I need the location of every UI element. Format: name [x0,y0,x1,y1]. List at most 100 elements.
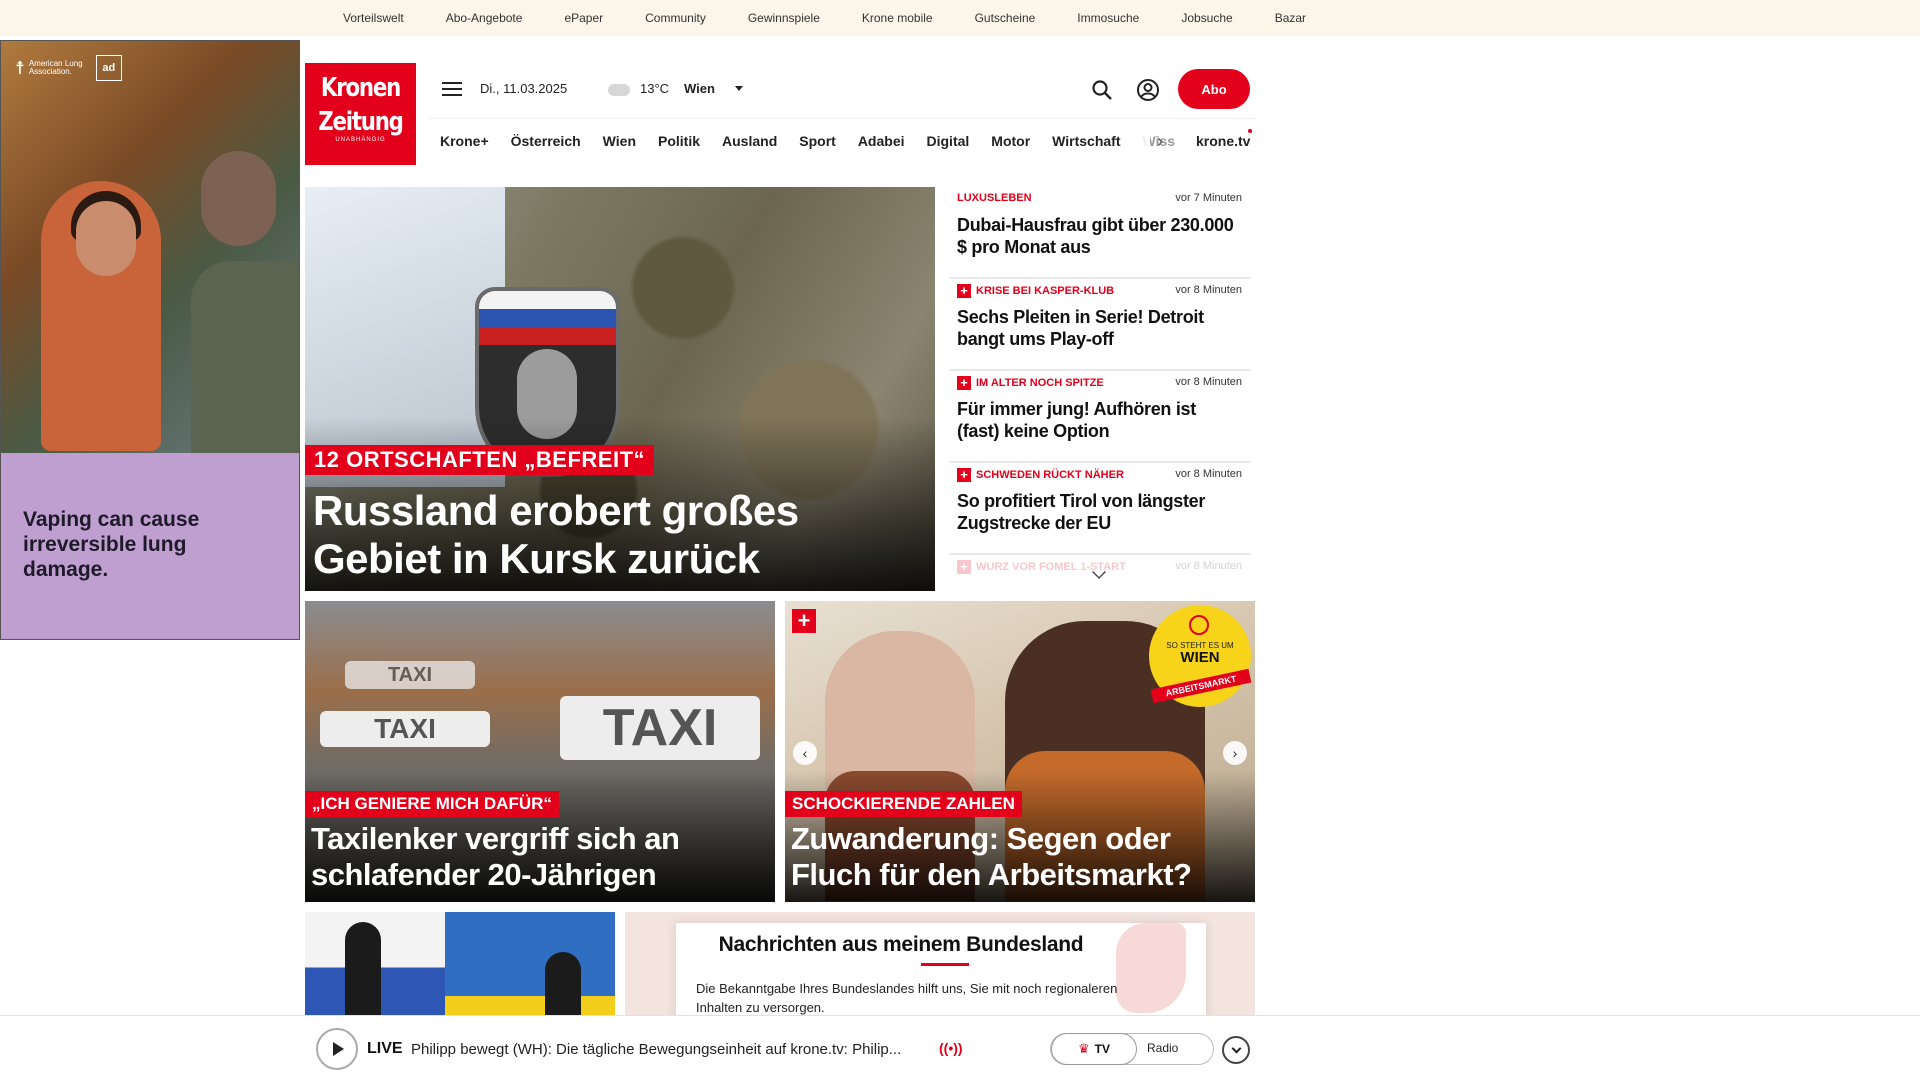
nav-item-ausland[interactable]: Ausland [722,133,777,149]
link-epaper[interactable]: ePaper [564,11,603,25]
nav-item-kroneplus[interactable]: Krone+ [440,133,489,149]
user-icon[interactable] [1136,78,1160,102]
taxi-sign: TAXI [345,661,475,689]
expand-player-icon[interactable] [1222,1036,1250,1064]
nav-item-digital[interactable]: Digital [927,133,970,149]
ticker-kicker: + KRISE BEI KASPER-KLUB [957,284,1114,298]
ticker-time: vor 7 Minuten [1175,192,1242,204]
temperature: 13°C [640,81,670,96]
link-krone-mobile[interactable]: Krone mobile [862,11,933,25]
ticker-time: vor 8 Minuten [1175,468,1242,480]
abo-button[interactable]: Abo [1178,69,1250,109]
ticker-item[interactable]: LUXUSLEBEN vor 7 Minuten Dubai-Hausfrau … [950,187,1250,279]
ticker-item[interactable]: + KRISE BEI KASPER-KLUB vor 8 Minuten Sec… [950,279,1250,371]
logo-line2: Zeitung [318,107,404,137]
nav-item-oesterreich[interactable]: Österreich [511,133,581,149]
title-underline [921,963,969,966]
kronen-zeitung-logo[interactable]: Kronen Zeitung UNABHÄNGIG [305,63,416,165]
hero-kicker: 12 ORTSCHAFTEN „BEFREIT“ [305,445,655,475]
link-gutscheine[interactable]: Gutscheine [975,11,1036,25]
nav-item-krone-tv[interactable]: krone.tv [1196,133,1250,149]
taxi-sign: TAXI [320,711,490,747]
nav-item-wirtschaft[interactable]: Wirtschaft [1052,133,1120,149]
current-date: Di., 11.03.2025 [480,81,568,96]
ad-photo: ☨ American Lung Association. ad [1,41,299,461]
card-kicker: „ICH GENIERE MICH DAFÜR“ [305,791,559,817]
card-kicker: SCHOCKIERENDE ZAHLEN [785,791,1022,817]
wien-arbeitsmarkt-badge: SO STEHT ES UM WIEN ARBEITSMARKT [1149,605,1252,707]
ticker-kicker: LUXUSLEBEN [957,192,1032,204]
search-icon[interactable] [1090,78,1114,102]
play-icon [333,1042,344,1056]
article-card-taxi[interactable]: TAXI TAXI TAXI „ICH GENIERE MICH DAFÜR“ … [305,601,775,902]
ticker-time: vor 8 Minuten [1175,560,1242,572]
nav-item-motor[interactable]: Motor [991,133,1030,149]
krone-plus-icon: + [957,284,971,298]
nav-item-politik[interactable]: Politik [658,133,700,149]
top-utility-bar: Vorteilswelt Abo-Angebote ePaper Communi… [0,0,1920,36]
crown-icon: ♛ [1078,1041,1090,1056]
link-community[interactable]: Community [645,11,706,25]
article-card-zuwanderung[interactable]: + SO STEHT ES UM WIEN ARBEITSMARKT ‹ › S… [785,601,1255,902]
link-abo-angebote[interactable]: Abo-Angebote [446,11,523,25]
link-bazar[interactable]: Bazar [1275,11,1306,25]
ad-logos: ☨ American Lung Association. ad [15,55,122,81]
menu-icon[interactable] [442,82,462,98]
ticker-time: vor 8 Minuten [1175,284,1242,296]
link-vorteilswelt[interactable]: Vorteilswelt [343,11,404,25]
nav-fade [1120,131,1150,151]
bundesland-title: Nachrichten aus meinem Bundesland [718,933,1084,956]
ad-council-logo: ad [95,55,122,81]
ticker-headline[interactable]: Sechs Pleiten in Serie! Detroit bangt um… [957,306,1237,350]
hero-article[interactable]: 12 ORTSCHAFTEN „BEFREIT“ Russland erober… [305,187,935,591]
card-headline[interactable]: Taxilenker vergriff sich an schlafender … [311,821,771,893]
link-jobsuche[interactable]: Jobsuche [1181,11,1232,25]
krone-plus-icon: + [957,468,971,482]
live-dot [1248,129,1252,133]
ticker-time: vor 8 Minuten [1175,376,1242,388]
krone-plus-icon: + [792,608,816,633]
card-headline[interactable]: Zuwanderung: Segen oder Fluch für den Ar… [791,821,1251,893]
ad-text-panel: Vaping can cause irreversible lung damag… [1,453,299,639]
live-player-bar: LIVE Philipp bewegt (WH): Die tägliche B… [0,1015,1920,1080]
link-immosuche[interactable]: Immosuche [1077,11,1139,25]
ticker-headline[interactable]: Dubai-Hausfrau gibt über 230.000 $ pro M… [957,214,1237,258]
play-button[interactable] [316,1028,358,1070]
lung-association-logo: ☨ American Lung Association. [15,58,83,78]
chevron-right-icon[interactable]: › [1157,131,1163,152]
main-navigation: Krone+ Österreich Wien Politik Ausland S… [430,118,1255,164]
ad-brand: American Lung Association. [28,59,83,76]
nav-item-wien[interactable]: Wien [603,133,636,149]
krone-plus-icon: + [957,376,971,390]
ticker-kicker: + SCHWEDEN RÜCKT NÄHER [957,468,1124,482]
radio-toggle[interactable]: Radio [1147,1041,1178,1055]
link-gewinnspiele[interactable]: Gewinnspiele [748,11,820,25]
ticker-item[interactable]: + SCHWEDEN RÜCKT NÄHER vor 8 Minuten So p… [950,463,1250,555]
ticker-item[interactable]: + IM ALTER NOCH SPITZE vor 8 Minuten Für … [950,371,1250,463]
live-program-title[interactable]: Philipp bewegt (WH): Die tägliche Bewegu… [411,1041,901,1058]
nav-items: Krone+ Österreich Wien Politik Ausland S… [440,133,1197,149]
cloud-icon [608,84,630,96]
news-ticker: LUXUSLEBEN vor 7 Minuten Dubai-Hausfrau … [950,187,1250,587]
nav-item-adabei[interactable]: Adabei [858,133,905,149]
utility-links: Vorteilswelt Abo-Angebote ePaper Communi… [343,0,1348,36]
ticker-headline[interactable]: Für immer jung! Aufhören ist (fast) kein… [957,398,1237,442]
tv-toggle[interactable]: ♛ TV [1051,1033,1137,1065]
chevron-down-icon[interactable] [735,86,743,91]
media-toggle: ♛ TV Radio [1050,1033,1214,1065]
badge-icon [1189,615,1209,635]
broadcast-icon: ((•)) [939,1040,963,1056]
ad-text: Vaping can cause irreversible lung damag… [23,508,200,581]
krone-plus-icon: + [957,560,971,574]
logo-line1: Kronen [320,73,401,103]
badge-big-text: WIEN [1180,649,1220,666]
live-label: LIVE [367,1040,403,1057]
city-selector[interactable]: Wien [684,81,715,96]
carousel-prev-icon[interactable]: ‹ [793,741,817,765]
carousel-next-icon[interactable]: › [1223,741,1247,765]
vaping-ad-banner[interactable]: ☨ American Lung Association. ad Vaping ca… [0,40,300,640]
bundesland-text: Die Bekanntgabe Ihres Bundeslandes hilft… [696,981,1118,1015]
nav-item-sport[interactable]: Sport [799,133,836,149]
ticker-headline[interactable]: So profitiert Tirol von längster Zugstre… [957,490,1237,534]
hero-headline[interactable]: Russland erobert großes Gebiet in Kursk … [313,487,873,583]
